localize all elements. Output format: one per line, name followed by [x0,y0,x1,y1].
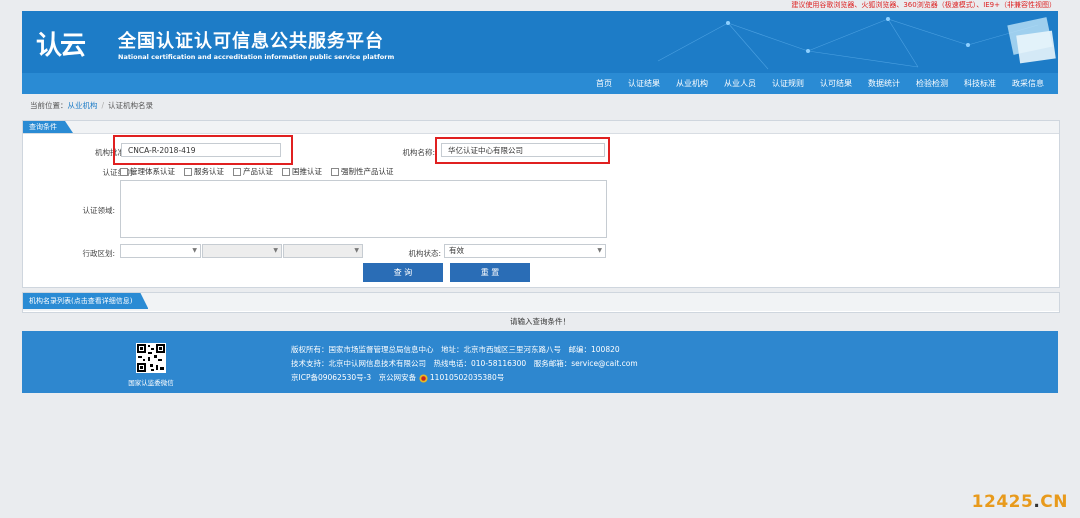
site-header: 认云 全国认证认可信息公共服务平台 National certification… [22,11,1058,73]
site-subtitle: National certification and accreditation… [118,53,395,61]
checkbox-icon[interactable] [120,167,128,176]
cert-field-label: 认证领域: [82,206,115,215]
breadcrumb-current: 认证机构名录 [108,101,154,110]
chevron-down-icon: ▼ [354,247,359,254]
checkbox-icon[interactable] [282,167,290,176]
chevron-down-icon: ▼ [273,247,278,254]
query-panel-header: 查询条件 [23,121,1059,134]
approval-no-highlight [113,135,293,165]
cert-field-textarea[interactable] [120,180,607,238]
cert-type-group: 管理体系认证 服务认证 产品认证 国推认证 强制性产品认证 [120,166,394,177]
checkbox-icon[interactable] [184,167,192,176]
cert-type-management[interactable]: 管理体系认证 [120,166,175,177]
site-title: 全国认证认可信息公共服务平台 [118,31,384,52]
region-district-select[interactable]: ▼ [283,244,363,258]
footer-police-number[interactable]: 11010502035380号 [430,373,504,382]
checkbox-icon[interactable] [331,167,339,176]
region-label: 行政区划: [82,249,115,258]
search-button[interactable]: 查 询 [363,263,443,282]
region-city-select[interactable]: ▼ [202,244,282,258]
nav-item-procurement[interactable]: 政采信息 [1004,73,1052,94]
cert-type-ccc[interactable]: 强制性产品认证 [331,166,394,177]
footer-copyright: 版权所有：国家市场监督管理总局信息中心 地址：北京市西城区三里河东路八号 邮编：… [291,345,620,354]
nav-item-standards[interactable]: 科技标准 [956,73,1004,94]
breadcrumb-separator: / [101,101,105,110]
watermark: 12425.CN [971,492,1068,512]
checkbox-icon[interactable] [233,167,241,176]
nav-item-institutions[interactable]: 从业机构 [668,73,716,94]
results-panel-title: 机构名录列表(点击查看详细信息) [23,293,148,309]
query-panel: 查询条件 机构批准号: CNCA-R-2018-419 机构名称: 华亿认证中心… [22,120,1060,288]
org-name-label: 机构名称: [402,148,435,157]
nav-item-accreditation[interactable]: 认可结果 [812,73,860,94]
nav-item-cert-results[interactable]: 认证结果 [620,73,668,94]
footer-icp[interactable]: 京ICP备09062530号-3 [291,373,371,382]
nav-item-personnel[interactable]: 从业人员 [716,73,764,94]
qr-code-label: 国家认监委微信 [128,379,174,387]
results-panel-header: 机构名录列表(点击查看详细信息) [23,293,1059,311]
nav-item-cert-rules[interactable]: 认证规则 [764,73,812,94]
site-logo[interactable]: 认云 [36,25,86,62]
results-panel: 机构名录列表(点击查看详细信息) [22,292,1060,313]
nav-item-home[interactable]: 首页 [588,73,620,94]
chevron-down-icon: ▼ [192,247,197,254]
region-province-select[interactable]: ▼ [120,244,201,258]
cert-type-service[interactable]: 服务认证 [184,166,224,177]
qr-code-icon [136,343,166,373]
empty-result-message: 请输入查询条件！ [510,317,570,326]
footer-support: 技术支持：北京中认网信息技术有限公司 热线电话：010-58116300 服务邮… [291,359,638,368]
cert-type-product[interactable]: 产品认证 [233,166,273,177]
footer-icp-row: 京ICP备09062530号-3 京公网安备 11010502035380号 [291,372,504,383]
nav-item-statistics[interactable]: 数据统计 [860,73,908,94]
breadcrumb: 当前位置：从业机构 / 认证机构名录 [30,100,153,112]
chevron-down-icon: ▼ [597,247,602,254]
breadcrumb-link[interactable]: 从业机构 [68,101,98,110]
breadcrumb-prefix: 当前位置： [30,101,68,110]
footer-police-label: 京公网安备 [378,373,417,382]
site-footer: 国家认监委微信 版权所有：国家市场监督管理总局信息中心 地址：北京市西城区三里河… [22,331,1058,393]
reset-button[interactable]: 重 置 [450,263,530,282]
org-name-highlight [435,137,610,164]
cert-type-national[interactable]: 国推认证 [282,166,322,177]
header-network-graphic [657,17,1056,70]
status-select[interactable]: 有效 ▼ [444,244,606,258]
nav-item-testing[interactable]: 检验检测 [908,73,956,94]
main-nav: 首页 认证结果 从业机构 从业人员 认证规则 认可结果 数据统计 检验检测 科技… [22,73,1058,94]
status-label: 机构状态: [408,249,441,258]
police-badge-icon [418,373,428,383]
browser-notice: 建议使用谷歌浏览器、火狐浏览器、360浏览器（极速模式）、IE9+（非兼容性视图… [791,1,1056,9]
query-panel-title: 查询条件 [23,121,73,133]
